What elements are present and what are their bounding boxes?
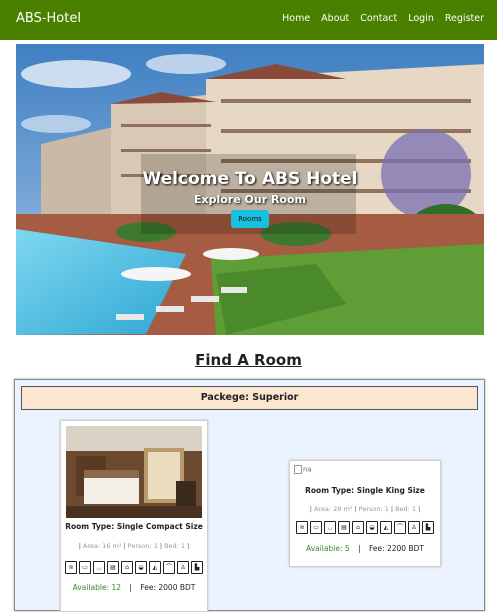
hero-subtitle: Explore Our Room — [193, 193, 306, 206]
top-navbar: ABS-Hotel Home About Contact Login Regis… — [0, 0, 497, 40]
package-header: Packege: Superior — [21, 386, 478, 410]
brand-logo[interactable]: ABS-Hotel — [16, 11, 81, 26]
room-photo — [66, 426, 202, 518]
room-card[interactable]: Room Type: Single Compact Size | Area: 16… — [60, 420, 208, 612]
tv-icon: ▭ — [79, 561, 91, 574]
rooms-button[interactable]: Rooms — [231, 210, 269, 228]
wifi-icon: ≋ — [65, 561, 77, 574]
room-meta: | Area: 16 m² | Person: 1 | Bed: 1 | — [78, 542, 190, 550]
hotel-photo — [16, 44, 484, 335]
fridge-icon: ▤ — [338, 521, 350, 534]
shower-icon: ⌂ — [352, 521, 364, 534]
room-person: Person: 1 — [358, 505, 389, 513]
availability-line: Available: 12 | Fee: 2000 BDT — [72, 583, 196, 592]
nav-menu: Home About Contact Login Register — [282, 13, 484, 24]
room-bed: Bed: 1 — [395, 505, 417, 513]
room-area: Area: 28 m² — [313, 505, 353, 513]
room-type: Room Type: Single Compact Size — [65, 522, 203, 531]
nav-about-link[interactable]: About — [321, 13, 349, 24]
available-count: Available: 5 — [306, 544, 350, 553]
wifi-icon: ≋ — [296, 521, 308, 534]
room-meta: | Area: 28 m² | Person: 1 | Bed: 1 | — [309, 505, 421, 513]
lamp-icon: ♙ — [177, 561, 189, 574]
tv-icon: ▭ — [310, 521, 322, 534]
toilet-icon: ◒ — [135, 561, 147, 574]
toilet-icon: ◒ — [366, 521, 378, 534]
available-count: Available: 12 — [72, 583, 122, 592]
iron-icon: ◭ — [380, 521, 392, 534]
sofa-icon: ▙ — [191, 561, 203, 574]
shower-icon: ⌂ — [121, 561, 133, 574]
lamp-icon: ♙ — [408, 521, 420, 534]
hanger-icon: ⌒ — [163, 561, 175, 574]
package-panel: Packege: Superior Room Type: Single Comp… — [14, 379, 485, 612]
sofa-icon: ▙ — [422, 521, 434, 534]
nav-contact-link[interactable]: Contact — [360, 13, 397, 24]
availability-line: Available: 5 | Fee: 2200 BDT — [306, 544, 424, 553]
nav-register-link[interactable]: Register — [445, 13, 484, 24]
nav-login-link[interactable]: Login — [408, 13, 434, 24]
bathtub-icon: ◡ — [324, 521, 336, 534]
iron-icon: ◭ — [149, 561, 161, 574]
fridge-icon: ▤ — [107, 561, 119, 574]
hanger-icon: ⌒ — [394, 521, 406, 534]
amenities-row: ≋ ▭ ◡ ▤ ⌂ ◒ ◭ ⌒ ♙ ▙ — [290, 521, 440, 534]
room-bed: Bed: 1 — [164, 542, 186, 550]
room-fee: Fee: 2200 BDT — [368, 544, 424, 553]
room-area: Area: 16 m² — [82, 542, 122, 550]
hero-title: Welcome To ABS Hotel — [142, 169, 358, 189]
room-type: Room Type: Single King Size — [305, 486, 425, 495]
hero-banner: Welcome To ABS Hotel Explore Our Room Ro… — [16, 44, 484, 335]
broken-image-icon: na — [294, 465, 312, 474]
room-fee: Fee: 2000 BDT — [140, 583, 196, 592]
find-room-heading: Find A Room — [195, 351, 302, 369]
room-person: Person: 1 — [127, 542, 158, 550]
image-alt-text: na — [303, 465, 312, 474]
bathtub-icon: ◡ — [93, 561, 105, 574]
room-card[interactable]: na Room Type: Single King Size | Area: 28… — [289, 460, 441, 567]
nav-home-link[interactable]: Home — [282, 13, 310, 24]
amenities-row: ≋ ▭ ◡ ▤ ⌂ ◒ ◭ ⌒ ♙ ▙ — [61, 561, 207, 574]
